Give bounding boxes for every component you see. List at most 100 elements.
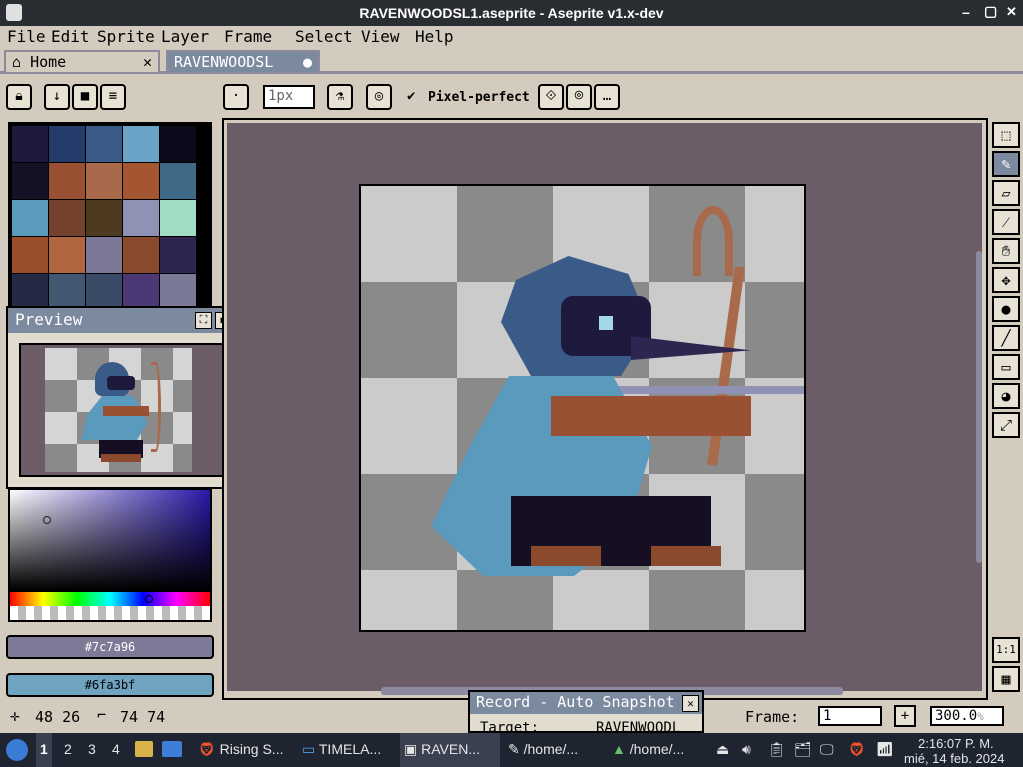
palette-swatch[interactable] bbox=[123, 163, 159, 199]
palette-swatch[interactable] bbox=[86, 237, 122, 273]
file-manager-launcher-icon[interactable] bbox=[135, 741, 153, 757]
palette-swatch[interactable] bbox=[86, 163, 122, 199]
unsaved-dot-icon[interactable]: ● bbox=[303, 53, 312, 71]
line-tool-icon[interactable]: ╱ bbox=[992, 325, 1020, 351]
rectangle-tool-icon[interactable]: ▭ bbox=[992, 354, 1020, 380]
taskbar-app-image-viewer[interactable]: ▲ /home/... bbox=[608, 733, 708, 767]
tab-ravenwoodsl[interactable]: RAVENWOODSL ● bbox=[166, 50, 320, 72]
palette-swatch[interactable] bbox=[12, 274, 48, 310]
palette-swatch[interactable] bbox=[160, 200, 196, 236]
palette-swatch[interactable] bbox=[49, 274, 85, 310]
clock-time[interactable]: 2:16:07 P. M. bbox=[918, 736, 994, 751]
palette-swatch[interactable] bbox=[160, 126, 196, 162]
move-tool-icon[interactable]: ✥ bbox=[992, 267, 1020, 293]
contour-tool-icon[interactable]: ◕ bbox=[992, 383, 1020, 409]
timeline-toggle-icon[interactable]: ▦ bbox=[992, 666, 1020, 692]
palette-swatch[interactable] bbox=[123, 237, 159, 273]
menu-view[interactable]: View bbox=[361, 27, 400, 46]
color-spectrum[interactable] bbox=[8, 488, 212, 592]
palette-swatch[interactable] bbox=[12, 237, 48, 273]
brush-size-input[interactable]: 1px bbox=[263, 85, 315, 109]
taskbar-app-timelapse[interactable]: ▭ TIMELA... bbox=[298, 733, 398, 767]
pixel-perfect-label[interactable]: Pixel-perfect bbox=[428, 90, 530, 105]
menu-sprite[interactable]: Sprite bbox=[97, 27, 155, 46]
lock-icon[interactable]: 🔒︎ bbox=[6, 84, 32, 110]
symmetry-vertical-icon[interactable]: ⟐ bbox=[538, 84, 564, 110]
start-menu-icon[interactable] bbox=[6, 739, 28, 761]
brave-tray-icon[interactable]: 🦁︎ bbox=[848, 741, 866, 758]
taskbar-app-aseprite[interactable]: ▣ RAVEN... bbox=[400, 733, 500, 767]
new-frame-button[interactable]: + bbox=[894, 705, 916, 727]
alpha-slider[interactable] bbox=[8, 606, 212, 622]
maximize-button[interactable]: ▢ bbox=[984, 3, 997, 20]
palette-swatch[interactable] bbox=[160, 274, 196, 310]
background-color-button[interactable]: #6fa3bf bbox=[6, 673, 214, 697]
desktop-launcher-icon[interactable] bbox=[162, 741, 182, 757]
palette-swatch[interactable] bbox=[49, 200, 85, 236]
palette-swatch[interactable] bbox=[12, 126, 48, 162]
editor-background[interactable] bbox=[227, 123, 982, 691]
menu-layer[interactable]: Layer bbox=[161, 27, 209, 46]
palette-swatch[interactable] bbox=[12, 163, 48, 199]
brush-type-button[interactable]: · bbox=[223, 84, 249, 110]
foreground-color-button[interactable]: #7c7a96 bbox=[6, 635, 214, 659]
palette-swatch[interactable] bbox=[123, 274, 159, 310]
palette-swatch[interactable] bbox=[86, 200, 122, 236]
tab-home[interactable]: ⌂ Home ✕ bbox=[4, 50, 160, 72]
palette-swatch[interactable] bbox=[160, 237, 196, 273]
hand-tool-icon[interactable]: ✋︎ bbox=[992, 238, 1020, 264]
vertical-scrollbar[interactable] bbox=[976, 251, 982, 563]
network-icon[interactable]: 📶︎ bbox=[876, 741, 894, 758]
move-down-icon[interactable]: ↓ bbox=[44, 84, 70, 110]
preview-titlebar[interactable]: Preview ⛶ ▶ ✕ bbox=[8, 308, 255, 333]
menu-frame[interactable]: Frame bbox=[224, 27, 272, 46]
menu-select[interactable]: Select bbox=[295, 27, 353, 46]
palette-swatch[interactable] bbox=[86, 126, 122, 162]
palette-swatch[interactable] bbox=[86, 274, 122, 310]
files-tray-icon[interactable]: 🗂︎ bbox=[794, 741, 812, 758]
more-options-icon[interactable]: … bbox=[594, 84, 620, 110]
ink-icon[interactable]: ⚗ bbox=[327, 84, 353, 110]
taskbar-app-editor[interactable]: ✎ /home/... bbox=[504, 733, 604, 767]
close-tab-icon[interactable]: ✕ bbox=[143, 53, 152, 71]
workspace-2[interactable]: 2 bbox=[60, 733, 76, 767]
zoom-1-1-icon[interactable]: 1:1 bbox=[992, 637, 1020, 663]
symmetry-horizontal-icon[interactable]: ⌾ bbox=[566, 84, 592, 110]
palette-swatch[interactable] bbox=[160, 163, 196, 199]
paint-bucket-tool-icon[interactable]: ● bbox=[992, 296, 1020, 322]
pixel-perfect-checkbox[interactable]: ✔ bbox=[407, 88, 415, 104]
workspace-1[interactable]: 1 bbox=[36, 733, 52, 767]
blur-tool-icon[interactable]: ⤢ bbox=[992, 412, 1020, 438]
menu-edit[interactable]: Edit bbox=[51, 27, 90, 46]
palette-swatch[interactable] bbox=[12, 200, 48, 236]
sprite-canvas[interactable] bbox=[359, 184, 806, 632]
workspace-3[interactable]: 3 bbox=[84, 733, 100, 767]
hue-slider[interactable] bbox=[8, 592, 212, 606]
palette-swatch[interactable] bbox=[49, 237, 85, 273]
pencil-tool-icon[interactable]: ✎ bbox=[992, 151, 1020, 177]
eject-icon[interactable]: ⏏ bbox=[716, 741, 729, 758]
clock-date[interactable]: mié, 14 feb. 2024 bbox=[904, 751, 1004, 766]
marquee-tool-icon[interactable]: ⬚ bbox=[992, 122, 1020, 148]
taskbar-app-rising[interactable]: 🦁︎ Rising S... bbox=[194, 733, 294, 767]
eyedropper-tool-icon[interactable]: ⁄ bbox=[992, 209, 1020, 235]
palette-swatch[interactable] bbox=[49, 163, 85, 199]
close-window-button[interactable]: ✕ bbox=[1006, 4, 1017, 20]
volume-icon[interactable]: 🔊︎ bbox=[742, 741, 751, 758]
palette-swatch[interactable] bbox=[123, 200, 159, 236]
record-panel[interactable]: Record - Auto Snapshot ✕ Target: RAVENWO… bbox=[468, 690, 704, 733]
clipboard-icon[interactable]: 📋︎ bbox=[768, 741, 786, 758]
minimize-button[interactable]: – bbox=[962, 4, 970, 20]
palette-swatch[interactable] bbox=[123, 126, 159, 162]
dynamics-icon[interactable]: ◎ bbox=[366, 84, 392, 110]
palette-swatch[interactable] bbox=[49, 126, 85, 162]
frame-input[interactable]: 1 bbox=[818, 706, 882, 726]
record-close-icon[interactable]: ✕ bbox=[682, 695, 699, 712]
workspace-4[interactable]: 4 bbox=[108, 733, 124, 767]
stop-icon[interactable]: ■ bbox=[72, 84, 98, 110]
monitor-icon[interactable]: 🖵︎ bbox=[820, 741, 834, 758]
menu-file[interactable]: File bbox=[7, 27, 46, 46]
eraser-tool-icon[interactable]: ▱ bbox=[992, 180, 1020, 206]
menu-lines-icon[interactable]: ≡ bbox=[100, 84, 126, 110]
zoom-input[interactable]: 300.0% bbox=[930, 706, 1004, 726]
